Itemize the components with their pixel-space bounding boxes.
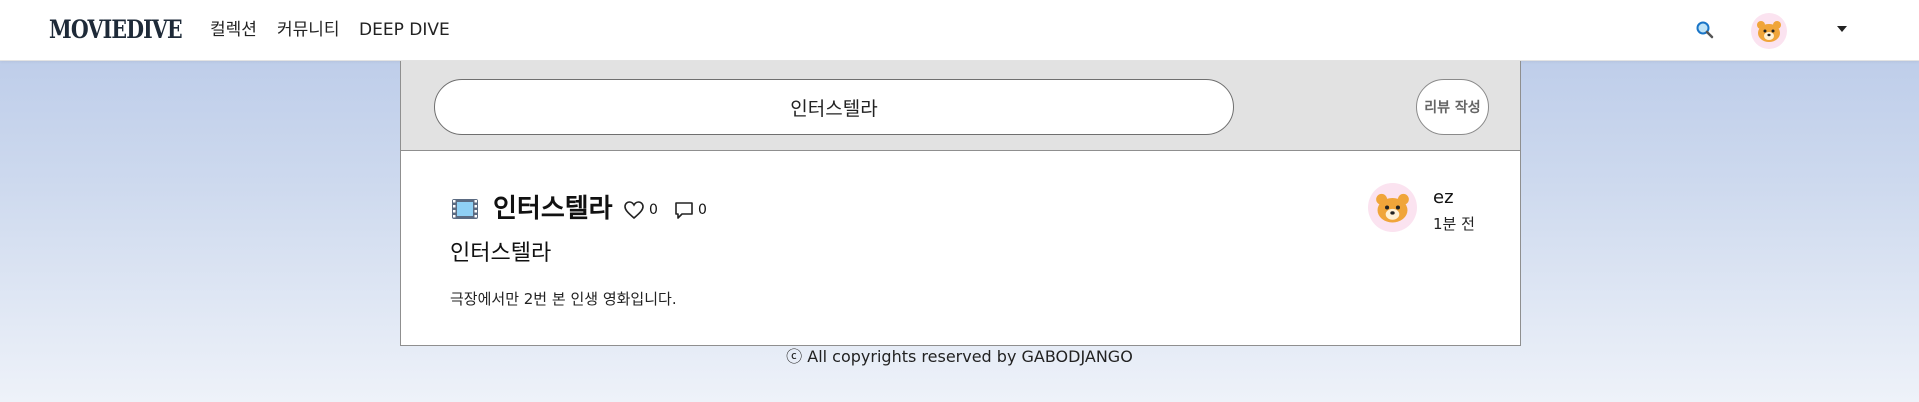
bear-avatar-icon bbox=[1757, 21, 1781, 42]
review-title: 인터스텔라 bbox=[450, 241, 552, 266]
film-frames-icon[interactable] bbox=[451, 197, 479, 221]
search-input[interactable]: 인터스텔라 bbox=[434, 79, 1234, 135]
bear-avatar-icon bbox=[1376, 193, 1409, 223]
search-icon[interactable] bbox=[1695, 20, 1715, 40]
post-time: 1분 전 bbox=[1433, 215, 1475, 233]
movie-title[interactable]: 인터스텔라 bbox=[493, 192, 613, 226]
top-navbar: MOVIEDIVE 컬렉션 커뮤니티 DEEP DIVE bbox=[0, 0, 1919, 61]
caret-down-icon[interactable] bbox=[1837, 26, 1847, 32]
author-avatar[interactable] bbox=[1368, 183, 1417, 232]
nav-community-link[interactable]: 커뮤니티 bbox=[277, 19, 340, 41]
comment-count: 0 bbox=[698, 202, 707, 218]
author-name[interactable]: ez bbox=[1433, 187, 1454, 209]
nav-collection-link[interactable]: 컬렉션 bbox=[210, 19, 257, 41]
nav-deep-dive-link[interactable]: DEEP DIVE bbox=[359, 19, 450, 41]
footer-copyright: ⓒ All copyrights reserved by GABODJANGO bbox=[786, 347, 1133, 366]
heart-icon[interactable] bbox=[623, 200, 645, 220]
comment-icon[interactable] bbox=[673, 200, 695, 220]
review-body: 극장에서만 2번 본 인생 영화입니다. bbox=[450, 290, 677, 308]
search-bar-area: 인터스텔라 리뷰 작성 bbox=[401, 61, 1520, 151]
like-count: 0 bbox=[649, 202, 658, 218]
review-panel: 인터스텔라 리뷰 작성 인터스텔라 0 0 인터스텔라 극장에서만 2번 본 인… bbox=[400, 61, 1521, 346]
user-avatar[interactable] bbox=[1751, 13, 1787, 49]
site-logo[interactable]: MOVIEDIVE bbox=[49, 14, 183, 46]
write-review-button[interactable]: 리뷰 작성 bbox=[1416, 79, 1489, 135]
